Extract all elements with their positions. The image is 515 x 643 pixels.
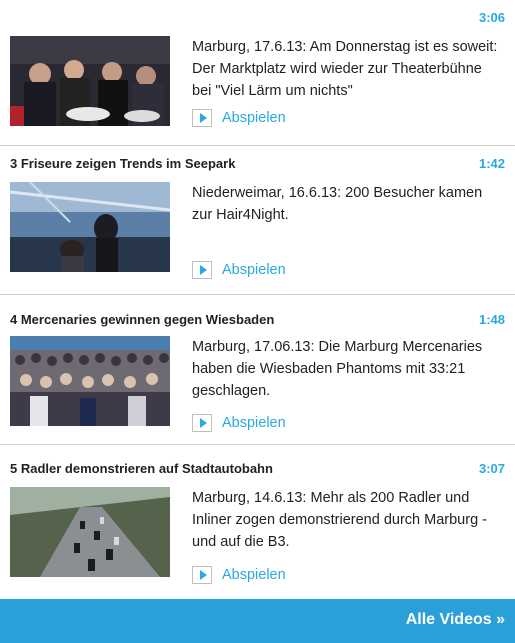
video-description: Marburg, 14.6.13: Mehr als 200 Radler un… xyxy=(192,490,487,550)
video-description: Marburg, 17.06.13: Die Marburg Mercenari… xyxy=(192,339,483,399)
video-duration: 3:06 xyxy=(478,10,505,25)
video-thumbnail[interactable] xyxy=(10,182,170,272)
play-icon xyxy=(192,414,212,432)
play-button[interactable]: Abspielen xyxy=(192,259,286,281)
video-thumbnail[interactable] xyxy=(10,336,170,426)
footer-bar: Alle Videos » xyxy=(0,599,515,643)
video-item-3: 4 Mercenaries gewinnen gegen Wiesbaden 1… xyxy=(0,295,515,444)
all-videos-link[interactable]: Alle Videos » xyxy=(406,611,505,629)
video-item-4: 5 Radler demonstrieren auf Stadtautobahn… xyxy=(0,445,515,599)
play-icon xyxy=(192,566,212,584)
video-duration: 3:07 xyxy=(478,461,505,476)
play-button[interactable]: Abspielen xyxy=(192,412,286,434)
video-thumbnail[interactable] xyxy=(10,487,170,577)
video-thumbnail[interactable] xyxy=(10,36,170,126)
play-label: Abspielen xyxy=(222,110,286,126)
play-button[interactable]: Abspielen xyxy=(192,107,286,129)
play-icon xyxy=(192,261,212,279)
video-duration: 1:42 xyxy=(478,156,505,171)
video-title[interactable]: 3 Friseure zeigen Trends im Seepark xyxy=(10,156,235,171)
play-button[interactable]: Abspielen xyxy=(192,564,286,586)
video-description: Marburg, 17.6.13: Am Donnerstag ist es s… xyxy=(192,39,498,99)
video-item-1: 3:06 Marburg, 17.6.13: Am Donnerstag ist… xyxy=(0,0,515,145)
play-label: Abspielen xyxy=(222,262,286,278)
video-item-2: 3 Friseure zeigen Trends im Seepark 1:42… xyxy=(0,146,515,294)
video-title[interactable]: 5 Radler demonstrieren auf Stadtautobahn xyxy=(10,461,273,476)
play-label: Abspielen xyxy=(222,567,286,583)
play-icon xyxy=(192,109,212,127)
video-duration: 1:48 xyxy=(478,312,505,327)
video-title[interactable]: 4 Mercenaries gewinnen gegen Wiesbaden xyxy=(10,312,274,327)
video-description: Niederweimar, 16.6.13: 200 Besucher kame… xyxy=(192,185,483,223)
play-label: Abspielen xyxy=(222,415,286,431)
